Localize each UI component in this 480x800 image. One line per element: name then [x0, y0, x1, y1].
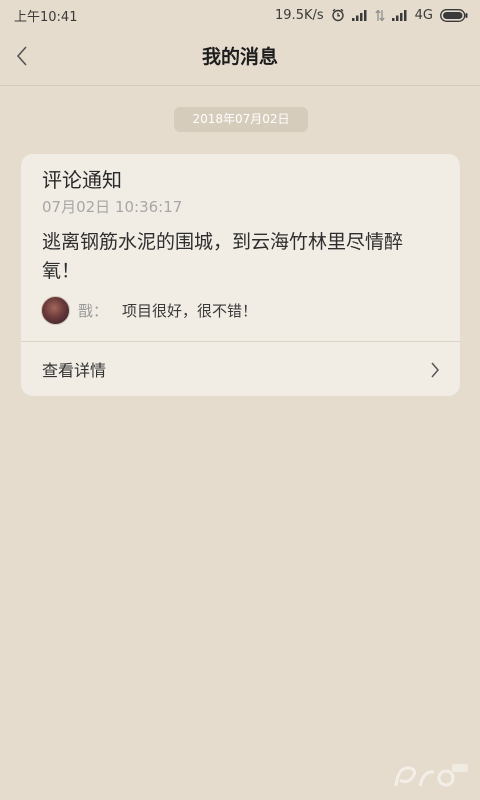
- signal-icon: [351, 9, 368, 21]
- signal-icon: [391, 9, 408, 21]
- card-content: 逃离钢筋水泥的围城，到云海竹林里尽情醉氧！: [42, 231, 404, 282]
- comment-row: 戬 ： 项目很好，很不错！: [41, 294, 257, 326]
- comment-text: 项目很好，很不错！: [122, 301, 258, 320]
- header: 我的消息: [0, 30, 480, 86]
- notification-card: 评论通知 07月02日 10:36:17 逃离钢筋水泥的围城，到云海竹林里尽情醉…: [21, 154, 460, 396]
- page-title: 我的消息: [201, 46, 278, 68]
- status-indicators: 19.5K/s 4G: [275, 8, 468, 23]
- net-speed: 19.5K/s: [275, 7, 324, 23]
- view-details-button[interactable]: 查看详情: [21, 342, 460, 396]
- card-title: 评论通知: [42, 168, 122, 192]
- status-time: 上午10:41: [14, 9, 78, 25]
- alarm-icon: [331, 8, 345, 22]
- date-chip: 2018年07月02日: [174, 107, 308, 132]
- data-arrows-icon: [374, 9, 385, 22]
- view-details-label: 查看详情: [42, 361, 107, 380]
- chevron-right-icon: [430, 361, 440, 383]
- comment-colon: ：: [93, 301, 109, 320]
- status-bar: 上午10:41 19.5K/s 4G: [0, 0, 480, 30]
- comment-user: 戬: [78, 301, 94, 320]
- watermark-logo: [390, 756, 470, 792]
- battery-icon: [440, 8, 468, 22]
- avatar: [41, 295, 70, 325]
- card-timestamp: 07月02日 10:36:17: [42, 198, 183, 216]
- network-type: 4G: [414, 7, 433, 23]
